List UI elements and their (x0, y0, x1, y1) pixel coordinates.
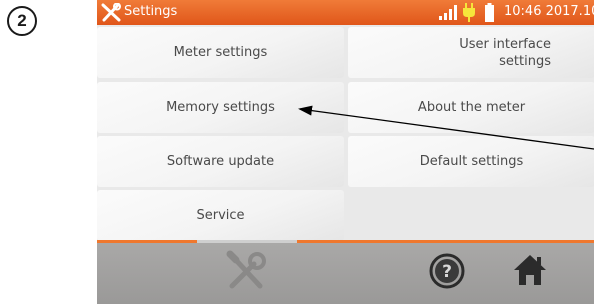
about-the-meter-button[interactable]: About the meter (348, 82, 594, 133)
active-tab-indicator (197, 240, 297, 243)
plug-icon (463, 3, 475, 22)
service-button[interactable]: Service (97, 190, 344, 241)
user-interface-settings-label: User interface settings (459, 36, 551, 70)
user-interface-settings-button[interactable]: User interface settings (348, 27, 594, 78)
memory-settings-label: Memory settings (166, 100, 275, 115)
software-update-label: Software update (166, 154, 275, 169)
screen-title: Settings (124, 4, 178, 19)
signal-bars-icon (439, 5, 457, 20)
battery-icon (485, 3, 494, 22)
status-bar: Settings 10:46 2017.10.26 (97, 0, 594, 25)
date-time: 10:46 2017.10.26 (504, 4, 594, 19)
step-number: 2 (17, 11, 27, 30)
svg-text:?: ? (442, 262, 452, 282)
user-interface-settings-label-line1: User interface (459, 36, 551, 52)
software-update-button[interactable]: Software update (97, 136, 344, 187)
meter-settings-button[interactable]: Meter settings (97, 27, 344, 78)
about-the-meter-label: About the meter (417, 100, 526, 115)
home-icon[interactable] (513, 253, 547, 287)
default-settings-button[interactable]: Default settings (348, 136, 594, 187)
device-screen: Settings 10:46 2017.10.26 Meter settings… (97, 0, 594, 304)
step-number-badge: 2 (7, 6, 37, 36)
meter-settings-label: Meter settings (173, 45, 268, 60)
wrench-screwdriver-icon[interactable] (224, 250, 268, 294)
toolbar-accent-line (97, 240, 594, 243)
service-label: Service (196, 208, 245, 223)
user-interface-settings-label-line2: settings (499, 53, 551, 69)
memory-settings-button[interactable]: Memory settings (97, 82, 344, 133)
bottom-toolbar: ? (97, 240, 594, 304)
default-settings-label: Default settings (419, 154, 524, 169)
settings-icon (101, 3, 121, 22)
help-icon[interactable]: ? (429, 253, 465, 289)
